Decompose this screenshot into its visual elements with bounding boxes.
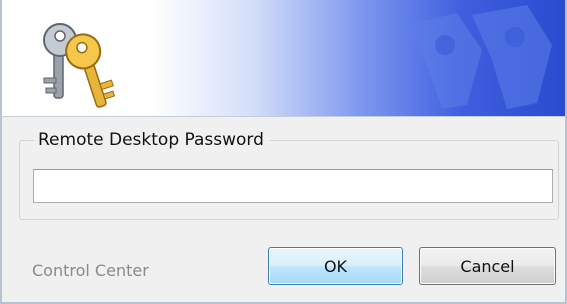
- ok-button[interactable]: OK: [268, 247, 403, 285]
- password-group: Remote Desktop Password: [19, 127, 559, 220]
- brand-label: Control Center: [32, 261, 149, 280]
- keys-icon: [43, 23, 116, 108]
- password-group-label: Remote Desktop Password: [34, 127, 270, 153]
- dialog-banner: [2, 0, 565, 117]
- cancel-button[interactable]: Cancel: [419, 247, 556, 285]
- keys-watermark-icon: [407, 5, 552, 109]
- password-input[interactable]: [33, 169, 553, 203]
- remote-desktop-password-dialog: Remote Desktop Password Control Center O…: [0, 0, 567, 304]
